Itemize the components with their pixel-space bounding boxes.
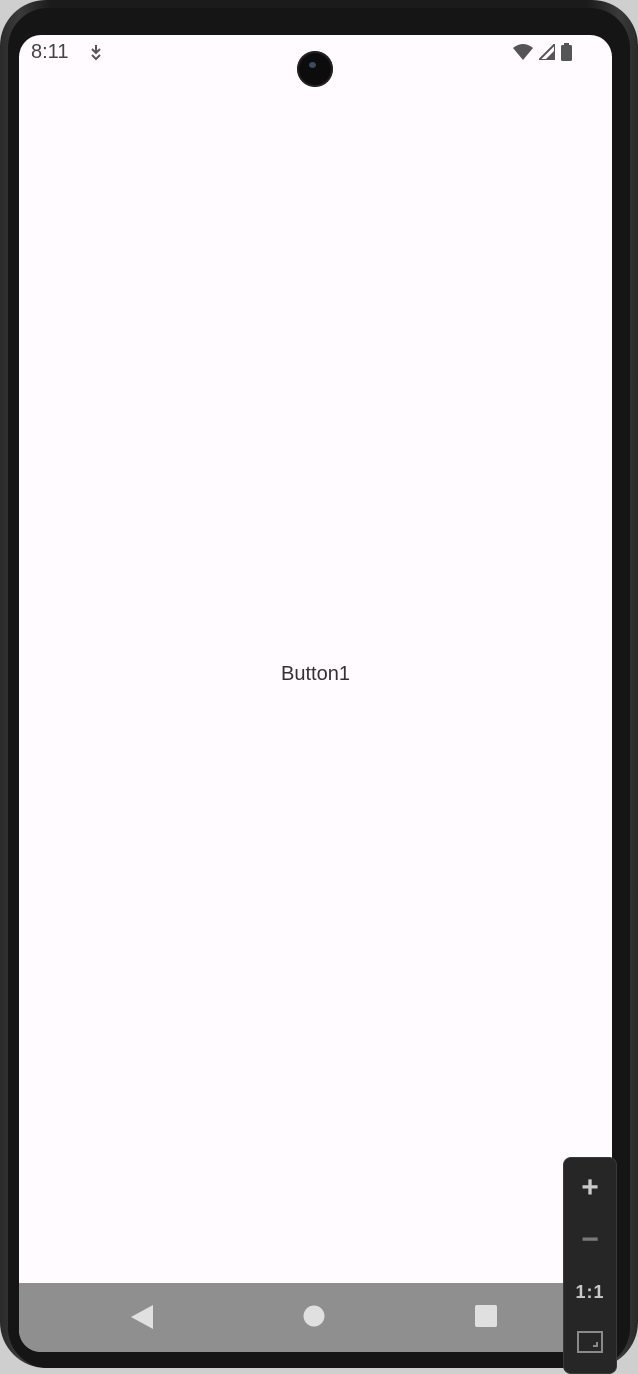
camera-cutout: [297, 51, 333, 87]
button1[interactable]: Button1: [19, 663, 612, 686]
battery-icon: [561, 43, 572, 61]
status-time: 8:11: [31, 41, 69, 63]
zoom-in-button[interactable]: +: [564, 1164, 616, 1212]
fit-screen-button[interactable]: [564, 1318, 616, 1366]
device-screen: 8:11 Button1: [19, 35, 612, 1352]
wifi-icon: [513, 44, 533, 60]
actual-size-button[interactable]: 1:1: [564, 1268, 616, 1316]
download-arrow-icon: [91, 45, 101, 61]
zoom-out-button[interactable]: −: [564, 1216, 616, 1264]
home-icon[interactable]: [303, 1305, 325, 1327]
fit-screen-icon: [577, 1331, 603, 1353]
emulator-zoom-controls: + − 1:1: [563, 1157, 617, 1374]
cell-signal-icon: [539, 44, 555, 60]
navigation-bar: [19, 1283, 612, 1352]
recents-icon[interactable]: [475, 1305, 497, 1327]
back-icon[interactable]: [131, 1305, 153, 1329]
status-icons: [513, 43, 572, 61]
